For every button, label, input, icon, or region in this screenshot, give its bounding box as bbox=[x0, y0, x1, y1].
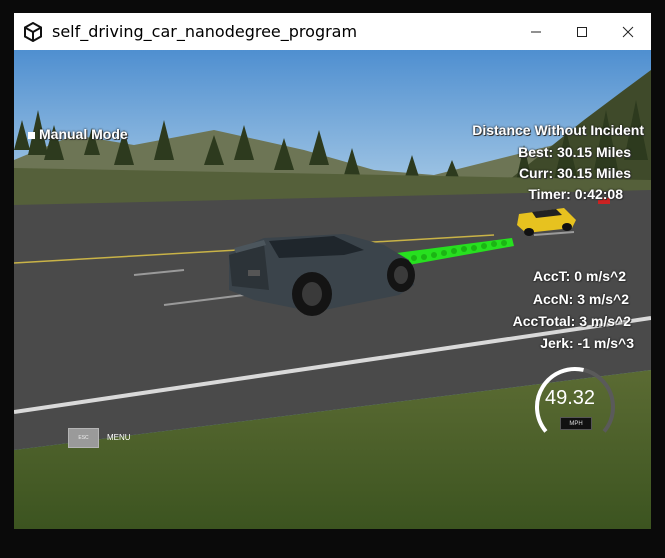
close-button[interactable] bbox=[605, 13, 651, 50]
minimize-button[interactable] bbox=[513, 13, 559, 50]
escape-menu-button[interactable]: ESC bbox=[68, 428, 99, 448]
escape-button-label: ESC bbox=[78, 435, 89, 441]
timer: Timer: 0:42:08 bbox=[528, 186, 623, 202]
best-distance: Best: 30.15 Miles bbox=[518, 144, 631, 160]
jerk: Jerk: -1 m/s^3 bbox=[540, 335, 634, 351]
manual-mode-toggle[interactable]: Manual Mode bbox=[28, 126, 128, 142]
current-distance: Curr: 30.15 Miles bbox=[518, 165, 631, 181]
title-bar: self_driving_car_nanodegree_program bbox=[14, 13, 651, 50]
maximize-icon bbox=[577, 26, 587, 37]
distance-title: Distance Without Incident bbox=[472, 122, 644, 138]
checkbox-icon bbox=[28, 131, 35, 139]
acc-total: AccTotal: 3 m/s^2 bbox=[512, 313, 631, 329]
mode-label: Manual Mode bbox=[39, 126, 128, 142]
minimize-icon bbox=[531, 31, 541, 32]
maximize-button[interactable] bbox=[559, 13, 605, 50]
acc-t: AccT: 0 m/s^2 bbox=[533, 268, 626, 284]
window-title: self_driving_car_nanodegree_program bbox=[52, 22, 358, 41]
app-window: self_driving_car_nanodegree_program Manu… bbox=[0, 0, 665, 558]
simulator-viewport[interactable]: Manual Mode Distance Without Incident Be… bbox=[14, 50, 651, 529]
speed-value: 49.32 bbox=[545, 387, 596, 409]
close-icon bbox=[622, 26, 634, 37]
unity-icon bbox=[22, 21, 44, 43]
speed-unit: MPH bbox=[560, 417, 592, 430]
menu-label: MENU bbox=[107, 433, 131, 442]
acc-n: AccN: 3 m/s^2 bbox=[532, 291, 629, 307]
